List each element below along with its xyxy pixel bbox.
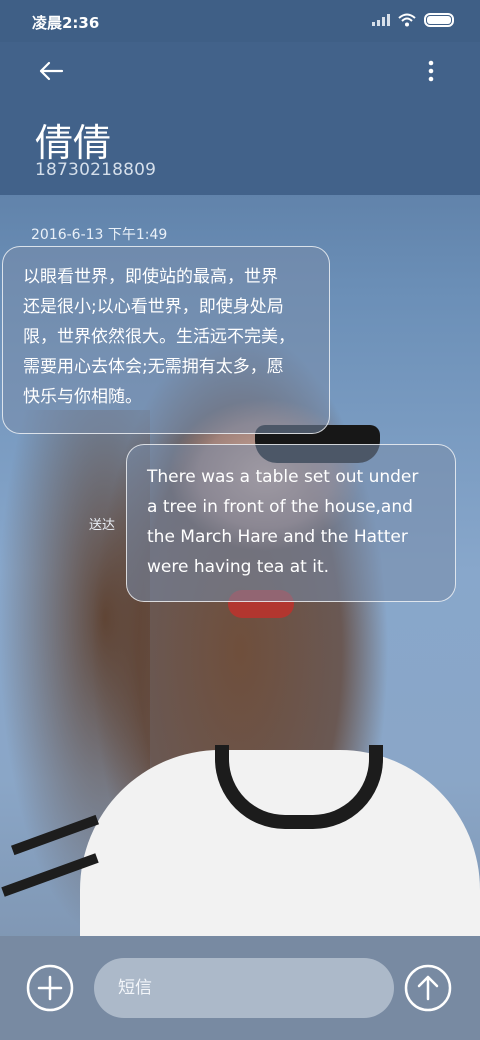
plus-circle-icon[interactable] xyxy=(26,964,74,1012)
contact-number: 18730218809 xyxy=(35,160,157,180)
status-bar: 凌晨2:36 xyxy=(0,0,480,42)
battery-icon xyxy=(424,13,454,27)
conversation-header: 倩倩 18730218809 xyxy=(0,42,480,195)
outgoing-message-bubble[interactable]: There was a table set out under a tree i… xyxy=(126,444,456,602)
arrow-up-circle-icon[interactable] xyxy=(404,964,452,1012)
sms-input[interactable]: 短信 xyxy=(94,958,394,1018)
incoming-message-bubble[interactable]: 以眼看世界，即使站的最高，世界 还是很小;以心看世界，即使身处局 限，世界依然很… xyxy=(2,246,330,434)
signal-icon xyxy=(372,14,390,26)
more-vertical-icon[interactable] xyxy=(416,56,446,86)
contact-name: 倩倩 xyxy=(35,121,112,165)
status-icons xyxy=(372,13,454,27)
message-timestamp: 2016-6-13 下午1:49 xyxy=(31,227,168,243)
status-time: 凌晨2:36 xyxy=(32,14,100,32)
delivery-status: 送达 xyxy=(89,518,116,533)
message-text: There was a table set out under a tree i… xyxy=(147,467,419,577)
wifi-icon xyxy=(398,13,416,27)
message-text: 以眼看世界，即使站的最高，世界 还是很小;以心看世界，即使身处局 限，世界依然很… xyxy=(23,267,295,407)
arrow-left-icon[interactable] xyxy=(36,56,66,86)
